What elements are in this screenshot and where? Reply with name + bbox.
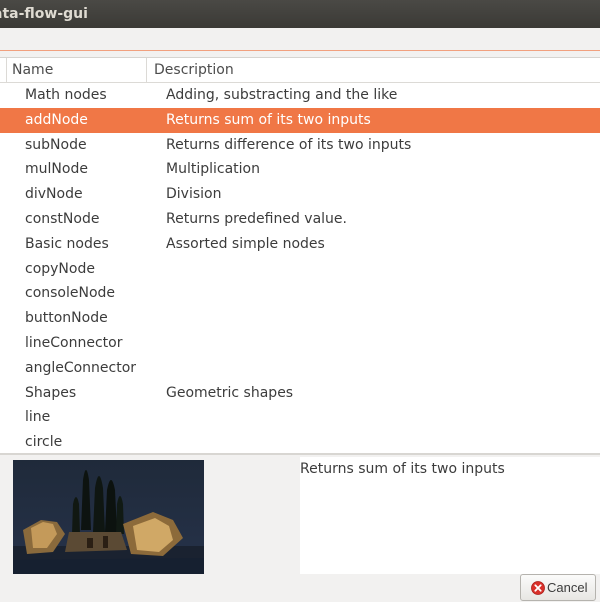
tree-row[interactable]: Math nodes Adding, substracting and the l… — [0, 83, 600, 108]
window-title: ata-flow-gui — [0, 6, 88, 22]
tree-row[interactable]: addNode Returns sum of its two inputs — [0, 107, 600, 133]
row-name: angleConnector — [25, 359, 137, 376]
cancel-button-label: Cancel — [547, 580, 588, 595]
row-name: lineConnector — [25, 334, 123, 351]
tree-row[interactable]: lineConnector — [0, 331, 600, 356]
tree-row[interactable]: Basic nodes Assorted simple nodes — [0, 232, 600, 257]
row-name: divNode — [25, 186, 83, 203]
tree-header: Name Description — [0, 58, 600, 83]
row-name: constNode — [25, 210, 100, 227]
row-name: buttonNode — [25, 310, 108, 327]
tree-row[interactable]: divNode Division — [0, 182, 600, 207]
row-description: Assorted simple nodes — [166, 235, 325, 252]
row-name: subNode — [25, 136, 87, 153]
row-name: Shapes — [25, 384, 77, 401]
row-description: Adding, substracting and the like — [166, 87, 398, 103]
cancel-icon — [531, 581, 545, 595]
window-titlebar[interactable]: ata-flow-gui — [0, 0, 600, 28]
tree-rows: Math nodes Adding, substracting and the l… — [0, 83, 600, 454]
row-name: consoleNode — [25, 285, 116, 302]
tree-row[interactable]: consoleNode — [0, 281, 600, 306]
tree-row[interactable]: buttonNode — [0, 306, 600, 331]
details-panel: Returns sum of its two inputs Cancel — [0, 453, 600, 602]
row-name: Basic nodes — [25, 235, 109, 252]
column-header-description[interactable]: Description — [146, 58, 600, 82]
node-description-text: Returns sum of its two inputs — [300, 461, 505, 477]
tree-row[interactable]: circle — [0, 430, 600, 454]
node-preview-image — [13, 460, 204, 574]
node-tree-view[interactable]: Name Description Math nodes Adding, subst… — [0, 57, 600, 454]
row-name: Math nodes — [25, 87, 107, 103]
row-description: Division — [166, 186, 222, 203]
toolbar-strip — [0, 28, 600, 51]
column-header-name[interactable]: Name — [6, 58, 152, 82]
cancel-button[interactable]: Cancel — [520, 574, 596, 601]
tree-row[interactable]: line — [0, 405, 600, 430]
row-description: Returns sum of its two inputs — [166, 111, 371, 128]
tree-row[interactable]: constNode Returns predefined value. — [0, 207, 600, 232]
row-name: copyNode — [25, 260, 95, 277]
row-name: line — [25, 409, 51, 426]
tree-row[interactable]: angleConnector — [0, 356, 600, 381]
row-name: mulNode — [25, 161, 88, 178]
tree-row[interactable]: subNode Returns difference of its two inp… — [0, 133, 600, 158]
node-description-box: Returns sum of its two inputs — [300, 457, 600, 574]
row-description: Geometric shapes — [166, 384, 294, 401]
row-description: Returns predefined value. — [166, 210, 347, 227]
tree-row[interactable]: mulNode Multiplication — [0, 157, 600, 182]
row-name: addNode — [25, 111, 88, 128]
tree-row[interactable]: Shapes Geometric shapes — [0, 381, 600, 406]
tree-row[interactable]: copyNode — [0, 257, 600, 282]
row-description: Returns difference of its two inputs — [166, 136, 412, 153]
row-description: Multiplication — [166, 161, 260, 178]
row-name: circle — [25, 434, 63, 451]
